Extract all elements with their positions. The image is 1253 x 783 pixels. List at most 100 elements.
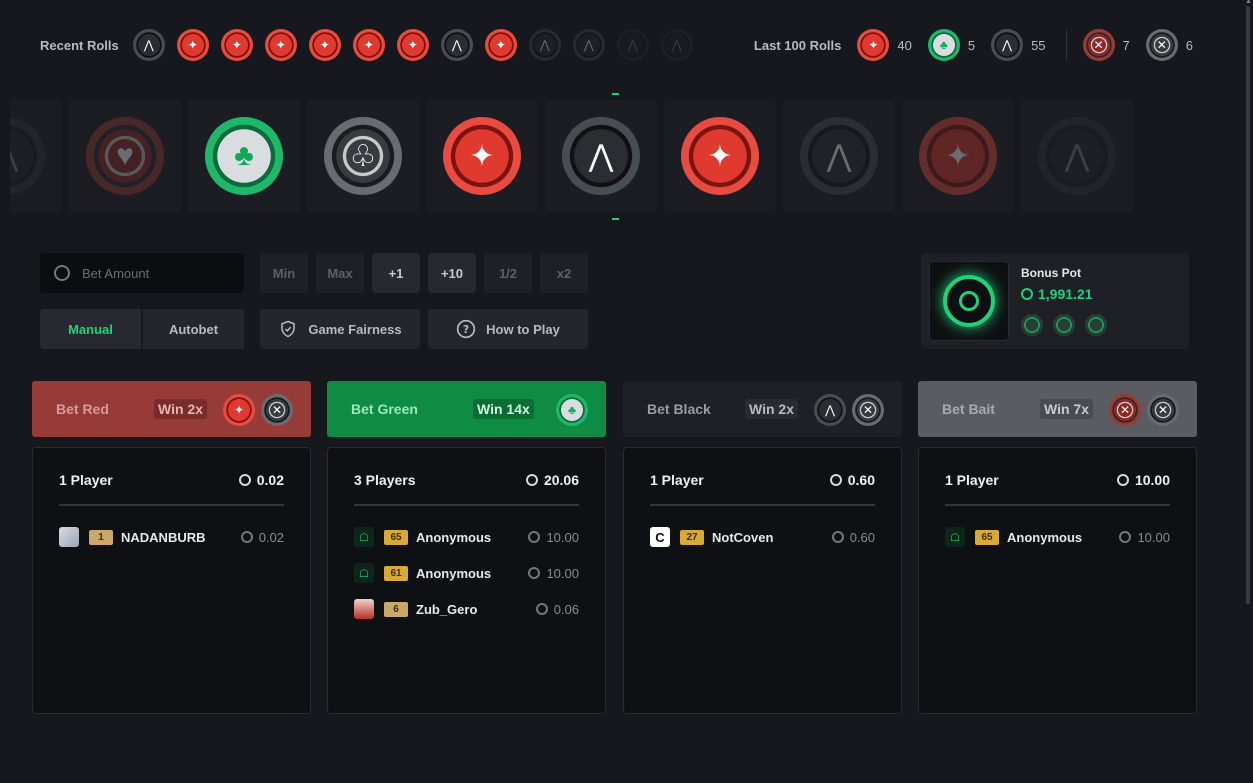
- strip-tile: ✦: [902, 100, 1014, 212]
- panel-header: 1 Player 0.60: [650, 448, 875, 506]
- bet-bait-panel: 1 Player 10.00 ☖ 65 Anonymous 10.00: [918, 447, 1197, 714]
- bonus-pot-title: Bonus Pot: [1021, 266, 1081, 280]
- bet-amount: 0.60: [831, 529, 875, 545]
- bet-green-panel: 3 Players 20.06 ☖ 65 Anonymous 10.00 ☖ 61 Anon…: [327, 447, 606, 714]
- bait-black-chip-icon: ✕: [1145, 29, 1178, 61]
- star-swords-icon: ✦: [220, 29, 253, 61]
- clover-icon: ♣: [205, 117, 283, 195]
- player-row: 1 NADANBURB 0.02: [59, 519, 284, 555]
- scroll-up-arrow-icon[interactable]: ▲: [1245, 0, 1252, 5]
- bet-bait-chips: ✕ ✕: [1109, 394, 1179, 426]
- bet-amount-value: 0.60: [849, 529, 875, 545]
- username[interactable]: NADANBURB: [121, 530, 206, 545]
- panel-header: 1 Player 0.02: [59, 448, 284, 506]
- bet-amount: 10.00: [528, 530, 579, 545]
- game-fairness-button[interactable]: Game Fairness: [260, 309, 420, 349]
- user-level-badge: 1: [89, 529, 113, 545]
- bet-green-button[interactable]: Bet Green Win 14x ♣: [327, 381, 606, 437]
- user-avatar[interactable]: ☖: [354, 563, 374, 583]
- last100-bait-black: ✕ 6: [1145, 29, 1193, 61]
- last100-red-count: 40: [897, 37, 912, 53]
- half-button[interactable]: 1/2: [484, 253, 532, 293]
- coin-icon: [1119, 531, 1132, 543]
- player-list: 1 NADANBURB 0.02: [59, 519, 284, 555]
- autobet-tab[interactable]: Autobet: [141, 309, 244, 349]
- bet-amount-value: 0.06: [553, 601, 579, 617]
- how-to-play-button[interactable]: ? How to Play: [428, 309, 588, 349]
- bet-amount-field[interactable]: [40, 253, 244, 293]
- double-button[interactable]: x2: [540, 253, 588, 293]
- user-level-badge: 61: [384, 565, 408, 581]
- strip-tile: ⋀: [1021, 100, 1133, 212]
- wings-icon: ⋀: [528, 29, 561, 61]
- strip-tile: ✦: [664, 100, 776, 212]
- user-avatar[interactable]: C: [650, 527, 670, 547]
- page-scrollbar[interactable]: ▲: [1245, 0, 1252, 604]
- roulette-strip: ⋀ ♥ ♣ ♧ ✦ ⋀ ✦ ⋀ ✦ ⋀: [10, 100, 1213, 212]
- bet-red-chips: ✦ ✕: [223, 394, 293, 426]
- wings-icon: ⋀: [616, 29, 649, 61]
- min-button[interactable]: Min: [260, 253, 308, 293]
- strip-tile: ♧: [307, 100, 419, 212]
- last100-black-count: 55: [1031, 37, 1046, 53]
- bet-black-label: Bet Black: [647, 401, 711, 417]
- hearts-icon: ♥: [86, 117, 164, 195]
- user-avatar[interactable]: ☖: [945, 527, 965, 547]
- coin-icon: [829, 474, 842, 486]
- divider: [1065, 30, 1067, 60]
- panel-total-amount: 0.02: [256, 472, 284, 488]
- bonus-pot-icon: [929, 261, 1009, 341]
- coin-icon: [54, 265, 70, 281]
- bet-bait-multiplier: Win 7x: [1040, 399, 1093, 419]
- user-level-badge: 6: [384, 601, 408, 617]
- bet-red-label: Bet Red: [56, 401, 109, 417]
- plus-one-button[interactable]: +1: [372, 253, 420, 293]
- clover-outline-icon: ♧: [324, 117, 402, 195]
- bet-amount-input[interactable]: [82, 265, 232, 281]
- last-100-rolls: Last 100 Rolls ✦ 40 ♣ 5 ⋀ 55 ✕ 7 ✕ 6: [754, 26, 1193, 64]
- wings-icon: ⋀: [132, 29, 165, 61]
- bet-amount-value: 0.02: [258, 529, 284, 545]
- scrollbar-thumb[interactable]: [1246, 6, 1250, 604]
- username[interactable]: Zub_Gero: [416, 602, 477, 617]
- manual-tab[interactable]: Manual: [40, 309, 141, 349]
- strip-tile: ✦: [426, 100, 538, 212]
- recent-rolls-label: Recent Rolls: [40, 37, 119, 53]
- bet-bait-label: Bet Bait: [942, 401, 995, 417]
- svg-text:?: ?: [463, 323, 469, 336]
- max-button[interactable]: Max: [316, 253, 364, 293]
- bet-black-panel: 1 Player 0.60 C 27 NotCoven 0.60: [623, 447, 902, 714]
- username[interactable]: Anonymous: [1007, 530, 1082, 545]
- user-level-badge: 65: [384, 529, 408, 545]
- coin-icon: [240, 531, 253, 543]
- bet-red-button[interactable]: Bet Red Win 2x ✦ ✕: [32, 381, 311, 437]
- bet-amount: 0.02: [240, 529, 284, 545]
- strip-marker-bottom: [612, 218, 619, 220]
- bet-black-button[interactable]: Bet Black Win 2x ⋀ ✕: [623, 381, 902, 437]
- bait-red-chip-icon: ✕: [1109, 394, 1141, 426]
- recent-rolls: Recent Rolls ⋀ ✦ ✦ ✦ ✦ ✦ ✦ ⋀ ✦ ⋀ ⋀ ⋀ ⋀: [40, 29, 693, 61]
- green-chip-icon: ♣: [927, 29, 960, 61]
- bait-chip-icon: ✕: [852, 394, 884, 426]
- user-avatar[interactable]: ☖: [354, 527, 374, 547]
- coin-icon: [535, 603, 548, 615]
- wings-icon: ⋀: [562, 117, 640, 195]
- bet-red-multiplier: Win 2x: [154, 399, 207, 419]
- panel-total-amount: 20.06: [543, 472, 579, 488]
- bet-amount: 10.00: [528, 566, 579, 581]
- username[interactable]: NotCoven: [712, 530, 773, 545]
- bonus-pot-chips: [1021, 314, 1107, 336]
- username[interactable]: Anonymous: [416, 530, 491, 545]
- bet-bait-button[interactable]: Bet Bait Win 7x ✕ ✕: [918, 381, 1197, 437]
- plus-ten-button[interactable]: +10: [428, 253, 476, 293]
- black-chip-icon: ⋀: [814, 394, 846, 426]
- last100-red: ✦ 40: [857, 29, 912, 61]
- wings-icon: ⋀: [800, 117, 878, 195]
- user-avatar[interactable]: [59, 527, 79, 547]
- user-avatar[interactable]: [354, 599, 374, 619]
- last-100-label: Last 100 Rolls: [753, 37, 842, 53]
- strip-marker-top: [612, 93, 619, 95]
- username[interactable]: Anonymous: [416, 566, 491, 581]
- how-to-play-label: How to Play: [486, 321, 560, 337]
- panel-total: 0.02: [238, 472, 284, 488]
